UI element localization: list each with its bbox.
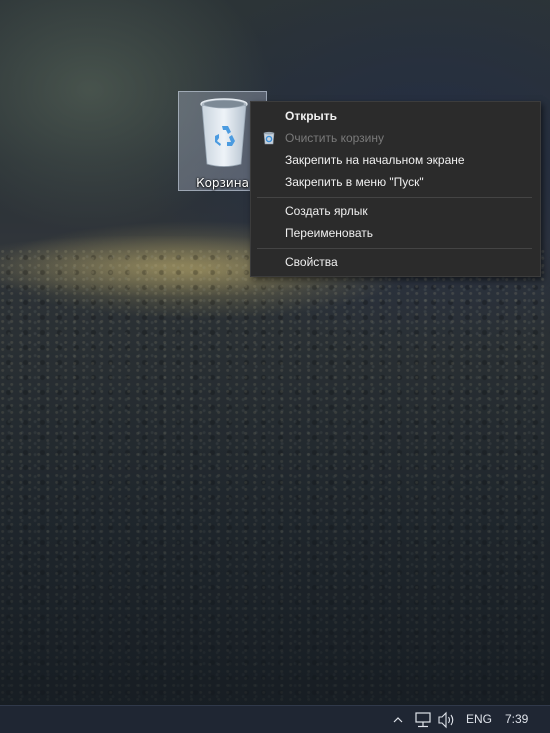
menu-item-label: Закрепить в меню "Пуск" bbox=[285, 175, 424, 189]
menu-item-rename[interactable]: Переименовать bbox=[251, 222, 540, 244]
menu-item-pin-to-start-screen[interactable]: Закрепить на начальном экране bbox=[251, 149, 540, 171]
network-icon bbox=[415, 712, 431, 728]
desktop: Корзина Открыть Очистить корзину Закрепи… bbox=[0, 0, 550, 733]
menu-separator bbox=[257, 197, 532, 198]
recycle-bin-icon bbox=[200, 98, 248, 167]
network-tray-button[interactable] bbox=[414, 706, 434, 733]
menu-item-label: Свойства bbox=[285, 255, 338, 269]
menu-item-label: Переименовать bbox=[285, 226, 373, 240]
taskbar: ENG 7:39 bbox=[0, 705, 550, 733]
menu-item-label: Закрепить на начальном экране bbox=[285, 153, 465, 167]
menu-item-properties[interactable]: Свойства bbox=[251, 251, 540, 273]
menu-separator bbox=[257, 248, 532, 249]
menu-item-create-shortcut[interactable]: Создать ярлык bbox=[251, 200, 540, 222]
volume-tray-button[interactable] bbox=[437, 706, 457, 733]
clock[interactable]: 7:39 bbox=[505, 706, 528, 733]
recycle-bin-small-icon bbox=[263, 131, 275, 145]
menu-item-label: Очистить корзину bbox=[285, 131, 384, 145]
language-indicator[interactable]: ENG bbox=[466, 706, 492, 733]
context-menu: Открыть Очистить корзину Закрепить на на… bbox=[250, 101, 541, 277]
volume-icon bbox=[438, 711, 454, 729]
menu-item-label: Открыть bbox=[285, 109, 338, 123]
show-hidden-icons-button[interactable] bbox=[392, 706, 406, 733]
menu-item-open[interactable]: Открыть bbox=[251, 105, 540, 127]
menu-item-pin-to-start-menu[interactable]: Закрепить в меню "Пуск" bbox=[251, 171, 540, 193]
wallpaper-texture bbox=[0, 250, 550, 705]
menu-item-label: Создать ярлык bbox=[285, 204, 368, 218]
chevron-up-icon bbox=[393, 717, 403, 723]
menu-item-empty-recycle-bin: Очистить корзину bbox=[251, 127, 540, 149]
